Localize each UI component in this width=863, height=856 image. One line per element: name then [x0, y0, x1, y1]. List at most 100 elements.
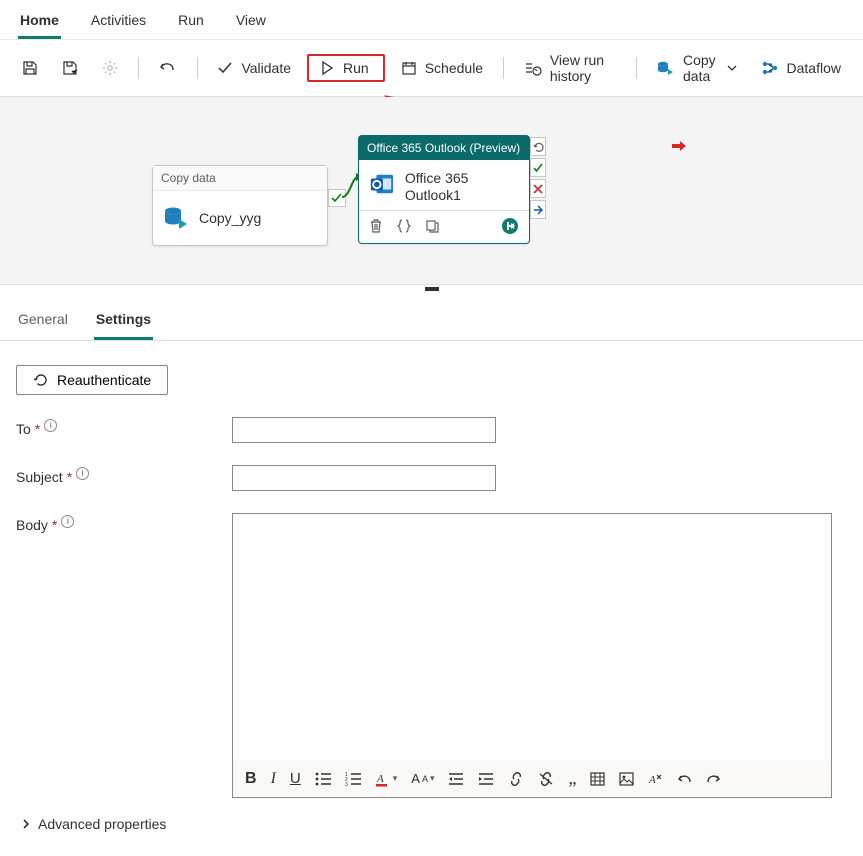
numbered-list-button[interactable]: 123 [345, 772, 361, 786]
advanced-properties-toggle[interactable]: Advanced properties [16, 816, 847, 832]
copy-data-activity[interactable]: Copy data Copy_yyg [152, 165, 328, 246]
fail-output-handle[interactable] [530, 179, 546, 198]
bold-button[interactable]: B [245, 770, 257, 788]
menu-run[interactable]: Run [176, 6, 206, 39]
dataflow-label: Dataflow [787, 60, 841, 76]
calendar-icon [401, 60, 417, 76]
skip-output-handle[interactable] [530, 200, 546, 219]
copy-data-button[interactable]: Copy data [649, 48, 745, 88]
link-icon [508, 772, 524, 786]
outdent-icon [448, 772, 464, 786]
required-indicator: * [67, 469, 72, 485]
body-input[interactable] [233, 514, 831, 760]
activity-name: Office 365 Outlook1 [405, 170, 519, 204]
execute-activity-button[interactable] [501, 217, 519, 235]
indent-icon [478, 772, 494, 786]
required-indicator: * [52, 517, 57, 533]
database-icon [163, 205, 189, 231]
activity-type-label: Copy data [153, 166, 327, 191]
image-button[interactable] [619, 772, 634, 786]
undo-rte-button[interactable] [677, 772, 692, 786]
font-size-button[interactable]: AA ▾ [411, 771, 434, 786]
indent-button[interactable] [478, 772, 494, 786]
subject-input[interactable] [232, 465, 496, 491]
save-as-icon [62, 60, 78, 76]
outdent-button[interactable] [448, 772, 464, 786]
validate-button[interactable]: Validate [209, 56, 299, 80]
outlook-icon [369, 170, 395, 198]
delete-activity-button[interactable] [369, 219, 383, 233]
run-arrow-icon [501, 217, 519, 235]
menu-activities[interactable]: Activities [89, 6, 148, 39]
bullet-list-icon [315, 772, 331, 786]
unlink-button[interactable] [538, 772, 554, 786]
svg-text:A: A [648, 774, 656, 786]
link-button[interactable] [508, 772, 524, 786]
clear-format-icon: A [648, 772, 663, 786]
dataflow-button[interactable]: Dataflow [753, 56, 849, 80]
run-button[interactable]: Run [307, 54, 385, 82]
quote-button[interactable]: „ [568, 768, 576, 789]
trash-icon [369, 219, 383, 233]
font-color-icon: A [375, 771, 391, 787]
save-as-button[interactable] [54, 56, 86, 80]
menu-bar: Home Activities Run View [0, 0, 863, 40]
clone-activity-button[interactable] [425, 219, 439, 233]
reauthenticate-button[interactable]: Reauthenticate [16, 365, 168, 395]
clear-formatting-button[interactable]: A [648, 772, 663, 786]
toolbar: Validate Run Schedule View run history C… [0, 40, 863, 97]
design-canvas[interactable]: Copy data Copy_yyg Office 365 Outlook (P… [0, 97, 863, 285]
required-indicator: * [35, 421, 40, 437]
chevron-down-icon [727, 63, 737, 73]
italic-button[interactable]: I [271, 770, 276, 788]
chevron-down-icon: ▾ [430, 773, 435, 784]
toolbar-separator [503, 57, 504, 79]
unlink-icon [538, 772, 554, 786]
to-label: To * i [16, 417, 232, 437]
to-input[interactable] [232, 417, 496, 443]
info-icon[interactable]: i [76, 467, 89, 480]
table-button[interactable] [590, 772, 605, 786]
annotation-arrow-small-icon [672, 141, 686, 151]
menu-view[interactable]: View [234, 6, 268, 39]
bullet-list-button[interactable] [315, 772, 331, 786]
tab-settings[interactable]: Settings [94, 305, 153, 340]
completion-output-handle[interactable] [530, 137, 546, 156]
undo-icon [159, 59, 177, 77]
outlook-activity[interactable]: Office 365 Outlook (Preview) Office 365 … [358, 135, 530, 244]
settings-button[interactable] [94, 56, 126, 80]
chevron-right-icon [20, 818, 32, 830]
chevron-down-icon: ▾ [393, 773, 398, 784]
settings-panel: Reauthenticate To * i Subject * i Body *… [0, 341, 863, 856]
undo-button[interactable] [151, 55, 185, 81]
redo-rte-button[interactable] [706, 772, 721, 786]
svg-text:A: A [376, 773, 384, 785]
toolbar-separator [138, 57, 139, 79]
toolbar-separator [197, 57, 198, 79]
check-icon [217, 60, 233, 76]
run-label: Run [343, 60, 369, 76]
save-button[interactable] [14, 56, 46, 80]
toolbar-separator [636, 57, 637, 79]
view-code-button[interactable] [397, 219, 411, 233]
activity-name: Copy_yyg [199, 210, 261, 226]
rte-toolbar: B I U 123 A ▾ AA ▾ [233, 760, 831, 797]
svg-text:3: 3 [345, 782, 348, 786]
database-copy-icon [657, 60, 675, 76]
view-run-history-label: View run history [550, 52, 616, 84]
history-icon [524, 60, 542, 76]
success-output-handle[interactable] [530, 158, 546, 177]
underline-button[interactable]: U [290, 770, 301, 787]
menu-home[interactable]: Home [18, 6, 61, 39]
info-icon[interactable]: i [44, 419, 57, 432]
tab-general[interactable]: General [16, 305, 70, 340]
subject-label: Subject * i [16, 465, 232, 485]
schedule-label: Schedule [425, 60, 483, 76]
info-icon[interactable]: i [61, 515, 74, 528]
panel-resize-handle[interactable] [425, 287, 439, 291]
numbered-list-icon: 123 [345, 772, 361, 786]
font-color-button[interactable]: A ▾ [375, 771, 398, 787]
view-run-history-button[interactable]: View run history [516, 48, 624, 88]
schedule-button[interactable]: Schedule [393, 56, 491, 80]
image-icon [619, 772, 634, 786]
